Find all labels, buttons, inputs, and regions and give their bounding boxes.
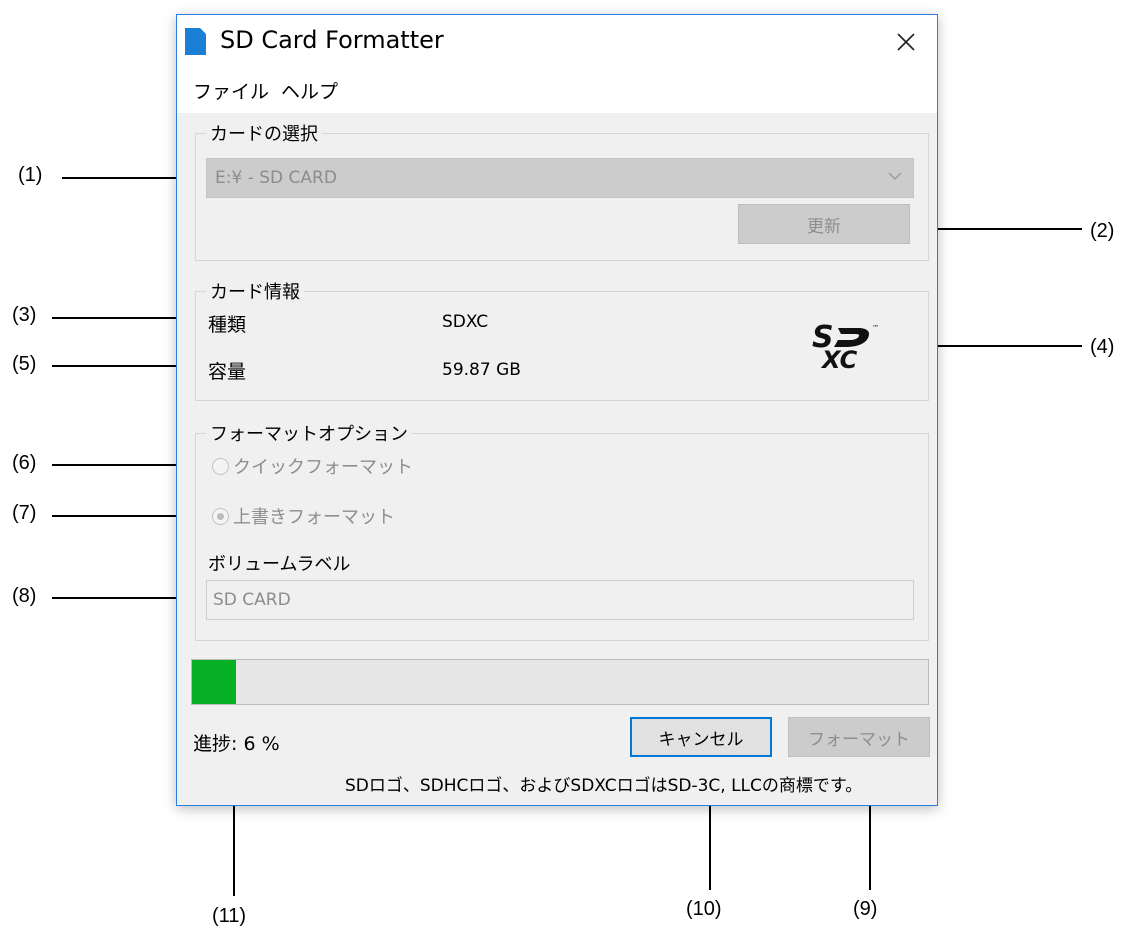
callout-label-7: (7) bbox=[12, 502, 37, 524]
overwrite-format-radio[interactable]: 上書きフォーマット bbox=[212, 502, 452, 530]
close-button[interactable] bbox=[883, 19, 929, 65]
format-button[interactable]: フォーマット bbox=[788, 717, 930, 757]
svg-text:™: ™ bbox=[872, 324, 879, 332]
card-info-group: カード情報 種類 SDXC 容量 59.87 GB S ™ XC bbox=[195, 278, 929, 401]
callout-label-10: (10) bbox=[686, 898, 722, 920]
callout-label-6: (6) bbox=[12, 452, 37, 474]
callout-label-11: (11) bbox=[212, 905, 247, 927]
menu-file[interactable]: ファイル bbox=[193, 77, 269, 104]
volume-label-input[interactable]: SD CARD bbox=[206, 580, 914, 620]
refresh-button[interactable]: 更新 bbox=[738, 204, 910, 244]
overwrite-format-radio-circle bbox=[212, 507, 229, 525]
svg-text:XC: XC bbox=[820, 346, 858, 370]
type-label: 種類 bbox=[208, 314, 247, 336]
callout-label-4: (4) bbox=[1090, 336, 1115, 358]
volume-label-caption: ボリュームラベル bbox=[208, 554, 351, 575]
cancel-button[interactable]: キャンセル bbox=[630, 717, 772, 757]
quick-format-label: クイックフォーマット bbox=[233, 457, 413, 478]
progress-fill bbox=[192, 660, 237, 704]
quick-format-radio[interactable]: クイックフォーマット bbox=[212, 452, 452, 480]
quick-format-radio-circle bbox=[212, 457, 229, 475]
card-info-label: カード情報 bbox=[206, 278, 304, 304]
trademark-note: SDロゴ、SDHCロゴ、およびSDXCロゴはSD-3C, LLCの商標です。 bbox=[345, 776, 863, 796]
close-icon bbox=[897, 33, 915, 51]
radio-selected-dot bbox=[217, 512, 224, 520]
sd-card-icon bbox=[185, 28, 206, 55]
menu-help[interactable]: ヘルプ bbox=[281, 77, 338, 104]
callout-label-3: (3) bbox=[12, 304, 37, 326]
card-selection-label: カードの選択 bbox=[206, 120, 322, 146]
callout-label-1: (1) bbox=[18, 164, 43, 186]
chevron-down-icon bbox=[888, 172, 902, 180]
capacity-label: 容量 bbox=[208, 361, 247, 383]
callout-label-8: (8) bbox=[12, 585, 37, 607]
sdxc-logo-icon: S ™ XC bbox=[812, 320, 879, 370]
callout-label-2: (2) bbox=[1090, 220, 1115, 242]
window-title: SD Card Formatter bbox=[220, 26, 444, 54]
capacity-value: 59.87 GB bbox=[442, 360, 521, 380]
drive-select-value: E:¥ - SD CARD bbox=[215, 168, 337, 188]
overwrite-format-label: 上書きフォーマット bbox=[233, 507, 395, 528]
volume-label-value: SD CARD bbox=[213, 590, 291, 610]
progress-bar bbox=[191, 659, 929, 705]
app-window: SD Card Formatter ファイル ヘルプ カードの選択 E:¥ - … bbox=[176, 14, 938, 806]
progress-status: 進捗: 6 % bbox=[193, 733, 280, 755]
format-options-label: フォーマットオプション bbox=[206, 420, 412, 446]
format-options-group: フォーマットオプション クイックフォーマット 上書きフォーマット ボリュームラベ… bbox=[195, 420, 929, 641]
drive-select[interactable]: E:¥ - SD CARD bbox=[206, 158, 914, 198]
card-selection-group: カードの選択 E:¥ - SD CARD 更新 bbox=[195, 120, 929, 261]
callout-label-9: (9) bbox=[853, 898, 878, 920]
menu-bar: ファイル ヘルプ bbox=[177, 71, 937, 113]
type-value: SDXC bbox=[442, 312, 489, 332]
title-bar[interactable]: SD Card Formatter bbox=[177, 15, 937, 71]
callout-label-5: (5) bbox=[12, 353, 37, 375]
